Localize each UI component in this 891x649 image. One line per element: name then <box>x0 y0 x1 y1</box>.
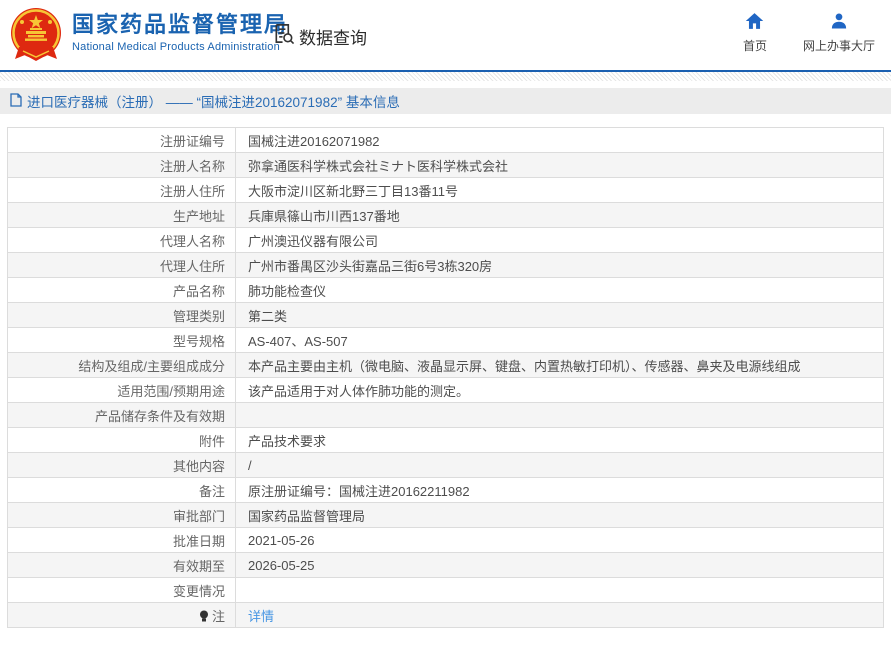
row-label: 审批部门 <box>7 502 236 528</box>
table-row: 管理类别 第二类 <box>7 302 884 328</box>
row-value: 该产品适用于对人体作肺功能的测定。 <box>235 377 884 403</box>
info-table-body: 注册证编号 国械注进20162071982 注册人名称 弥拿通医科学株式会社ミナト医科… <box>7 127 884 628</box>
row-value: 肺功能检查仪 <box>235 277 884 303</box>
data-query-label: 数据查询 <box>299 28 367 48</box>
table-row: 代理人住所 广州市番禺区沙头街嘉品三街6号3栋320房 <box>7 252 884 278</box>
org-name-en: National Medical Products Administration <box>72 41 280 54</box>
row-label: 有效期至 <box>7 552 236 578</box>
table-row: 注详情 <box>7 602 884 628</box>
row-label: 备注 <box>7 477 236 503</box>
table-row: 备注 原注册证编号：国械注进20162211982 <box>7 477 884 503</box>
document-search-icon <box>272 22 295 50</box>
row-label: 注册人名称 <box>7 152 236 178</box>
table-row: 生产地址 兵庫県篠山市川西137番地 <box>7 202 884 228</box>
nav-home-label: 首页 <box>742 39 767 53</box>
table-row: 适用范围/预期用途 该产品适用于对人体作肺功能的测定。 <box>7 377 884 403</box>
row-label: 产品名称 <box>7 277 236 303</box>
row-label: 代理人名称 <box>7 227 236 253</box>
row-value: 2026-05-25 <box>235 552 884 578</box>
table-row: 其他内容 / <box>7 452 884 478</box>
breadcrumb: 进口医疗器械（注册） —— “国械注进20162071982” 基本信息 <box>0 88 891 114</box>
site-title: 国家药品监督管理局 National Medical Products Admi… <box>72 12 289 54</box>
table-row: 注册人名称 弥拿通医科学株式会社ミナト医科学株式会社 <box>7 152 884 178</box>
row-label: 注册人住所 <box>7 177 236 203</box>
table-row: 变更情况 <box>7 577 884 603</box>
row-label: 批准日期 <box>7 527 236 553</box>
row-value: 广州市番禺区沙头街嘉品三街6号3栋320房 <box>235 252 884 278</box>
row-value: 广州澳迅仪器有限公司 <box>235 227 884 253</box>
row-label: 适用范围/预期用途 <box>7 377 236 403</box>
row-value: AS-407、AS-507 <box>235 327 884 353</box>
row-label: 产品储存条件及有效期 <box>7 402 236 428</box>
table-row: 附件 产品技术要求 <box>7 427 884 453</box>
header: 国家药品监督管理局 National Medical Products Admi… <box>0 0 891 70</box>
row-value: 产品技术要求 <box>235 427 884 453</box>
row-label: 代理人住所 <box>7 252 236 278</box>
row-label: 注 <box>7 602 236 628</box>
row-value: 2021-05-26 <box>235 527 884 553</box>
row-label: 结构及组成/主要组成成分 <box>7 352 236 378</box>
table-row: 型号规格 AS-407、AS-507 <box>7 327 884 353</box>
row-value: / <box>235 452 884 478</box>
row-value: 本产品主要由主机（微电脑、液晶显示屏、键盘、内置热敏打印机）、传感器、鼻夹及电源… <box>235 352 884 378</box>
row-value: 原注册证编号：国械注进20162211982 <box>235 477 884 503</box>
home-icon <box>745 12 764 33</box>
row-value <box>235 577 884 603</box>
table-row: 有效期至 2026-05-25 <box>7 552 884 578</box>
nav-online-hall[interactable]: 网上办事大厅 <box>803 12 875 54</box>
table-row: 批准日期 2021-05-26 <box>7 527 884 553</box>
table-row: 注册人住所 大阪市淀川区新北野三丁目13番11号 <box>7 177 884 203</box>
bulb-icon <box>199 610 209 625</box>
nav-hall-label: 网上办事大厅 <box>802 39 875 53</box>
row-label: 附件 <box>7 427 236 453</box>
registration-info-table: 注册证编号 国械注进20162071982 注册人名称 弥拿通医科学株式会社ミナト医科… <box>7 127 884 628</box>
breadcrumb-text: 进口医疗器械（注册） —— “国械注进20162071982” 基本信息 <box>27 95 400 110</box>
row-label: 型号规格 <box>7 327 236 353</box>
details-link[interactable]: 详情 <box>248 609 274 624</box>
table-row: 产品储存条件及有效期 <box>7 402 884 428</box>
row-label: 注册证编号 <box>7 127 236 153</box>
table-row: 审批部门 国家药品监督管理局 <box>7 502 884 528</box>
person-icon <box>830 12 848 33</box>
row-label: 其他内容 <box>7 452 236 478</box>
hatch-stripe-band <box>0 72 891 81</box>
table-row: 注册证编号 国械注进20162071982 <box>7 127 884 153</box>
table-row: 代理人名称 广州澳迅仪器有限公司 <box>7 227 884 253</box>
row-label: 变更情况 <box>7 577 236 603</box>
nav-home[interactable]: 首页 <box>743 12 767 54</box>
app: 国家药品监督管理局 National Medical Products Admi… <box>0 0 891 628</box>
page-icon <box>10 92 22 110</box>
row-value: 详情 <box>235 602 884 628</box>
row-value: 国械注进20162071982 <box>235 127 884 153</box>
org-name-cn: 国家药品监督管理局 <box>72 12 289 37</box>
row-value: 大阪市淀川区新北野三丁目13番11号 <box>235 177 884 203</box>
row-value <box>235 402 884 428</box>
row-value: 第二类 <box>235 302 884 328</box>
top-nav: 首页 网上办事大厅 <box>743 12 875 54</box>
row-value: 国家药品监督管理局 <box>235 502 884 528</box>
national-emblem-logo <box>9 7 63 64</box>
row-label: 生产地址 <box>7 202 236 228</box>
table-row: 结构及组成/主要组成成分 本产品主要由主机（微电脑、液晶显示屏、键盘、内置热敏打印… <box>7 352 884 378</box>
row-label: 管理类别 <box>7 302 236 328</box>
row-value: 弥拿通医科学株式会社ミナト医科学株式会社 <box>235 152 884 178</box>
data-query-menu[interactable]: 数据查询 <box>272 22 367 50</box>
row-value: 兵庫県篠山市川西137番地 <box>235 202 884 228</box>
table-row: 产品名称 肺功能检查仪 <box>7 277 884 303</box>
